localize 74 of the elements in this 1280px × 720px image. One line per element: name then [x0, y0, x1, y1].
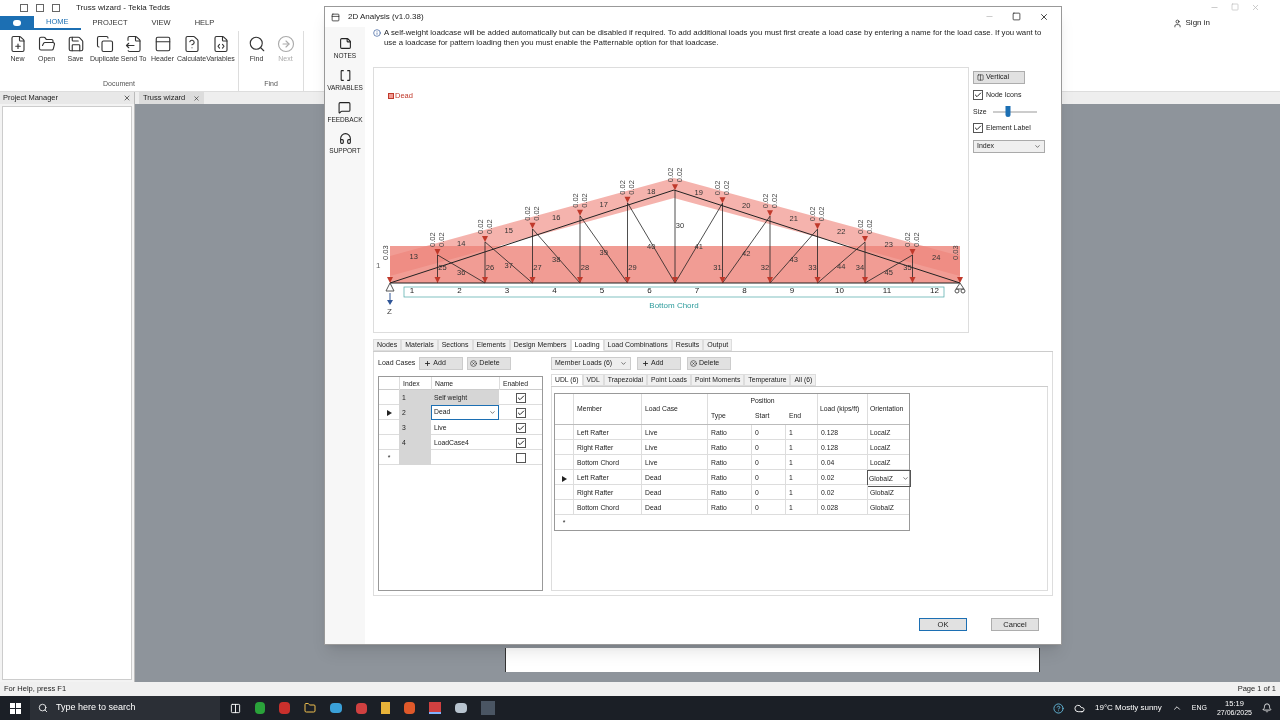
member-label: 6: [647, 286, 652, 295]
copy-icon: [95, 35, 114, 53]
enabled-checkbox[interactable]: [515, 452, 526, 463]
save-icon: [66, 35, 85, 53]
axis-label: Z: [387, 307, 392, 316]
plus-icon: [642, 359, 649, 367]
headphones-icon: [338, 132, 352, 146]
enabled-checkbox[interactable]: [515, 437, 526, 448]
member-label: 10: [835, 286, 844, 295]
task-view-icon[interactable]: [230, 702, 241, 714]
member-label: 1: [409, 286, 415, 295]
app-menu-icon: [13, 20, 21, 26]
document-plus-icon: [8, 35, 27, 53]
user-icon: [1172, 18, 1182, 28]
file-code-icon: [211, 35, 230, 53]
node-label: 1: [376, 261, 381, 270]
app-icon[interactable]: [330, 703, 342, 713]
chevron-icon: [902, 475, 909, 482]
search-icon: [247, 35, 266, 53]
checkbox[interactable]: [973, 123, 983, 134]
help-icon[interactable]: [1053, 702, 1064, 714]
x-circle-icon: [470, 359, 478, 367]
brackets-icon: [338, 68, 352, 82]
member-label: 2: [457, 286, 462, 295]
plus-icon: [424, 359, 432, 367]
file-question-icon: [182, 35, 201, 53]
enabled-checkbox[interactable]: [515, 407, 526, 418]
window-title: Truss wizard - Tekla Tedds: [76, 1, 171, 14]
legend-swatch: [388, 92, 394, 99]
notification-icon[interactable]: [1262, 703, 1272, 713]
row-pointer-icon: [386, 409, 392, 416]
app-icon[interactable]: [455, 703, 467, 713]
folder-icon: [37, 35, 56, 53]
dialog-title: 2D Analysis (v1.0.38): [348, 11, 424, 23]
member-label: 9: [789, 286, 795, 295]
taskbar-search-field[interactable]: Type here to search: [30, 696, 220, 720]
chevron-icon: [489, 409, 496, 416]
sign-in-link[interactable]: Sign in: [1185, 17, 1210, 29]
bottom-chord-label: Bottom Chord: [649, 301, 699, 310]
member-label: 3: [504, 286, 510, 295]
weather-text: 19°C Mostly sunny: [1095, 702, 1162, 714]
file-menu-button[interactable]: [0, 16, 34, 30]
chevron-icon: [620, 359, 627, 367]
close-icon[interactable]: [123, 94, 131, 102]
file-arrow-icon: [124, 35, 143, 53]
note-icon: [338, 37, 352, 50]
arrow-circle-icon: [276, 35, 295, 53]
x-circle-icon: [690, 359, 697, 367]
maximize-icon[interactable]: [1012, 12, 1021, 21]
member-label: 7: [694, 286, 700, 295]
app-icon[interactable]: [404, 702, 415, 714]
chevron-icon: [1034, 142, 1041, 150]
member-label: 4: [552, 286, 557, 295]
member-label: 8: [742, 286, 747, 295]
columns-icon: [977, 74, 984, 81]
message-icon: [338, 100, 352, 114]
z-axis-arrow: [387, 292, 393, 305]
search-icon: [38, 703, 48, 713]
member-label: 12: [930, 286, 939, 295]
checkbox[interactable]: [973, 90, 983, 101]
tray-chevron-icon[interactable]: [1171, 703, 1182, 713]
slider-thumb[interactable]: [1005, 105, 1011, 117]
weather-icon: [1074, 702, 1085, 714]
app-icon[interactable]: [255, 702, 265, 714]
window-icon: [331, 12, 340, 22]
folder-icon[interactable]: [304, 702, 316, 714]
enabled-checkbox[interactable]: [515, 422, 526, 433]
info-icon: [373, 29, 381, 37]
member-label: 5: [599, 286, 605, 295]
member-label: 11: [882, 286, 892, 295]
enabled-checkbox[interactable]: [515, 392, 526, 403]
close-icon[interactable]: [1039, 12, 1049, 22]
row-pointer-icon: [561, 475, 567, 482]
header-icon: [153, 35, 172, 53]
